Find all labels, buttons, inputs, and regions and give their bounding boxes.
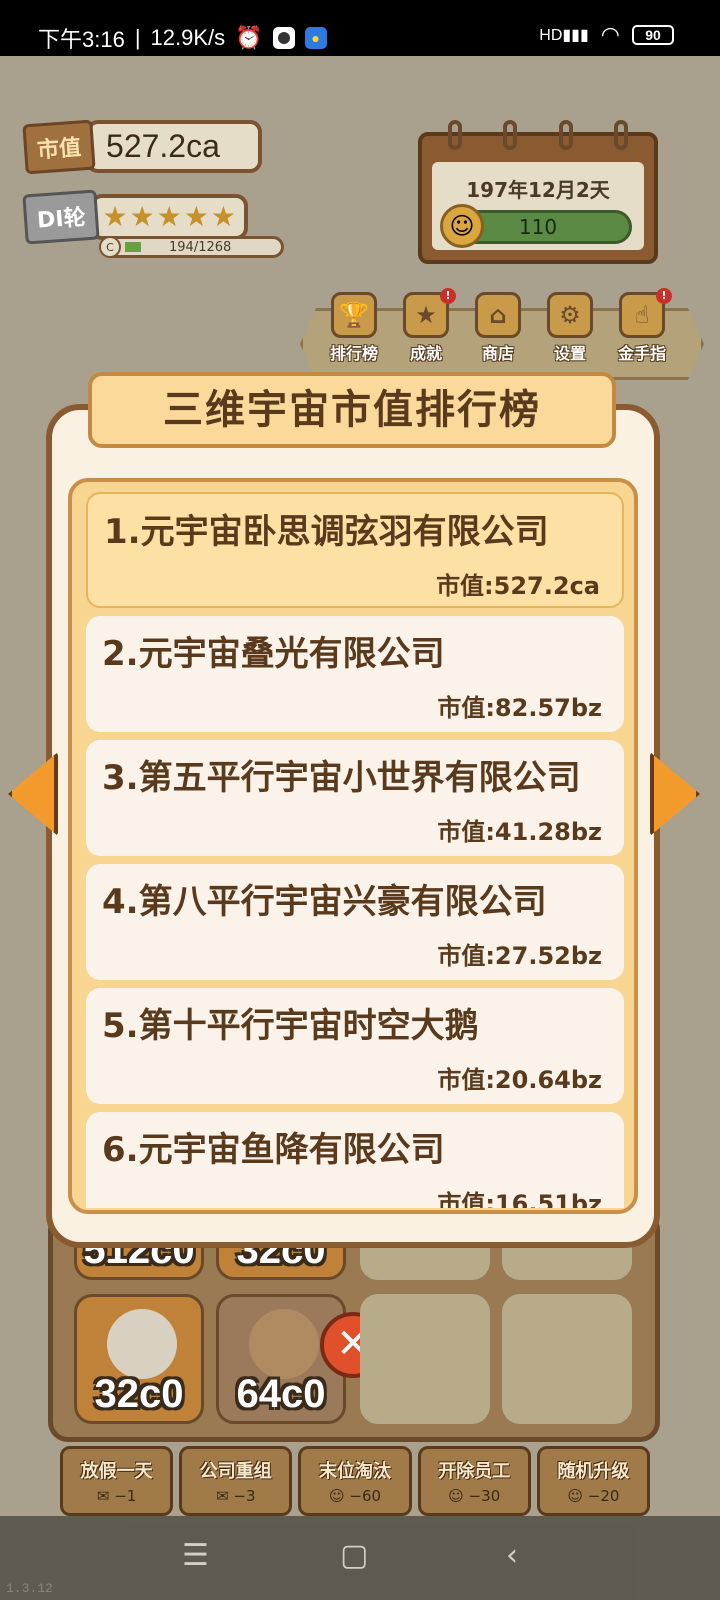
action-bar: 放假一天 ✉ −1 公司重组 ✉ −3 末位淘汰 ☺ −60 开除员工 ☺ −3… xyxy=(60,1446,651,1516)
company-name: 6.元宇宙鱼降有限公司 xyxy=(102,1130,445,1170)
market-cap-display: 市值 527.2ca xyxy=(22,119,263,174)
empty-slot[interactable] xyxy=(502,1294,632,1424)
smile-icon: ☺ xyxy=(440,204,484,248)
menu-shop[interactable]: ⌂ 商店 xyxy=(462,292,534,364)
notification-badge: ! xyxy=(440,288,456,304)
bear-warrior-avatar xyxy=(249,1309,319,1379)
star-icon: ★ xyxy=(183,200,209,233)
trophy-icon: 🏆 xyxy=(331,292,377,338)
company-market-cap: 市值:41.28bz xyxy=(437,818,602,846)
star-icon: ★ xyxy=(129,200,155,233)
company-market-cap: 市值:16.51bz xyxy=(437,1190,602,1208)
xp-fill xyxy=(125,242,141,252)
list-item[interactable]: 4.第八平行宇宙兴豪有限公司 市值:27.52bz xyxy=(86,864,624,980)
market-cap-value: 527.2ca xyxy=(86,120,263,173)
list-item[interactable]: 1.元宇宙卧思调弦羽有限公司 市值:527.2ca xyxy=(86,492,624,608)
list-item[interactable]: 6.元宇宙鱼降有限公司 市值:16.51bz xyxy=(86,1112,624,1208)
status-bar: 下午3:16 | 12.9K/s ⏰ ● HD▮▮▮ ◠ 90 xyxy=(0,0,720,56)
version-label: 1.3.12 xyxy=(6,1581,53,1596)
list-item[interactable]: 3.第五平行宇宙小世界有限公司 市值:41.28bz xyxy=(86,740,624,856)
company-market-cap: 市值:527.2ca xyxy=(436,572,600,600)
xp-current: 194 xyxy=(169,239,194,255)
action-eliminate-last[interactable]: 末位淘汰 ☺ −60 xyxy=(298,1446,412,1516)
menu-icon[interactable]: ☰ xyxy=(182,1538,209,1573)
company-name: 4.第八平行宇宙兴豪有限公司 xyxy=(102,882,547,922)
qq-icon: ● xyxy=(304,27,327,49)
empty-slot[interactable] xyxy=(360,1294,490,1424)
employee-card[interactable]: 32c0 xyxy=(74,1294,204,1424)
level-tag: DI轮 xyxy=(22,189,101,245)
menu-leaderboard[interactable]: 🏆 排行榜 xyxy=(318,292,390,364)
company-market-cap: 市值:20.64bz xyxy=(437,1066,602,1094)
home-icon[interactable]: ▢ xyxy=(340,1538,368,1573)
menu-settings[interactable]: ⚙ 设置 xyxy=(534,292,606,364)
network-speed: 12.9K/s xyxy=(150,25,226,50)
calendar-panel: 197年12月2天 110 ☺ xyxy=(418,120,658,264)
menu-golden-finger[interactable]: ☝ ! 金手指 xyxy=(606,288,678,364)
hd-signal-icon: HD▮▮▮ xyxy=(539,27,589,44)
star-icon: ★ xyxy=(156,200,182,233)
shiba-knight-avatar xyxy=(107,1309,177,1379)
action-random-upgrade[interactable]: 随机升级 ☺ −20 xyxy=(536,1446,651,1516)
status-time: 下午3:16 xyxy=(38,27,125,52)
alarm-icon: ⏰ xyxy=(235,25,263,50)
mood-value: 110 xyxy=(518,215,558,239)
star-icon: ★ xyxy=(210,200,236,233)
xp-letter: C xyxy=(99,236,121,258)
gear-icon: ⚙ xyxy=(547,292,593,338)
xp-total: 1268 xyxy=(198,239,232,255)
company-market-cap: 市值:82.57bz xyxy=(437,694,602,722)
game-date: 197年12月2天 xyxy=(466,178,610,202)
notification-badge: ! xyxy=(656,288,672,304)
leaderboard-title: 三维宇宙市值排行榜 xyxy=(88,372,616,448)
wifi-icon: ◠ xyxy=(600,22,620,47)
shop-icon: ⌂ xyxy=(475,292,521,338)
battery-icon: 90 xyxy=(632,25,674,45)
company-name: 5.第十平行宇宙时空大鹅 xyxy=(102,1006,479,1046)
list-item[interactable]: 2.元宇宙叠光有限公司 市值:82.57bz xyxy=(86,616,624,732)
star-rating: ★ ★ ★ ★ ★ xyxy=(90,194,248,240)
xp-bar: C 194/1268 xyxy=(99,236,284,258)
leaderboard-list[interactable]: 1.元宇宙卧思调弦羽有限公司 市值:527.2ca 2.元宇宙叠光有限公司 市值… xyxy=(68,478,638,1214)
company-market-cap: 市值:27.52bz xyxy=(437,942,602,970)
market-cap-tag: 市值 xyxy=(22,119,96,174)
company-name: 1.元宇宙卧思调弦羽有限公司 xyxy=(104,512,549,552)
action-restructure[interactable]: 公司重组 ✉ −3 xyxy=(179,1446,293,1516)
company-name: 3.第五平行宇宙小世界有限公司 xyxy=(102,758,581,798)
star-icon: ★ xyxy=(102,200,128,233)
level-display: DI轮 ★ ★ ★ ★ ★ xyxy=(22,189,248,245)
list-item[interactable]: 5.第十平行宇宙时空大鹅 市值:20.64bz xyxy=(86,988,624,1104)
back-icon[interactable]: ‹ xyxy=(506,1538,518,1573)
app-icon xyxy=(272,27,295,49)
action-day-off[interactable]: 放假一天 ✉ −1 xyxy=(60,1446,174,1516)
system-nav-bar: ☰ ▢ ‹ xyxy=(0,1516,720,1600)
company-name: 2.元宇宙叠光有限公司 xyxy=(102,634,445,674)
menu-achievements[interactable]: ★ ! 成就 xyxy=(390,288,462,364)
action-fire-employee[interactable]: 开除员工 ☺ −30 xyxy=(417,1446,531,1516)
